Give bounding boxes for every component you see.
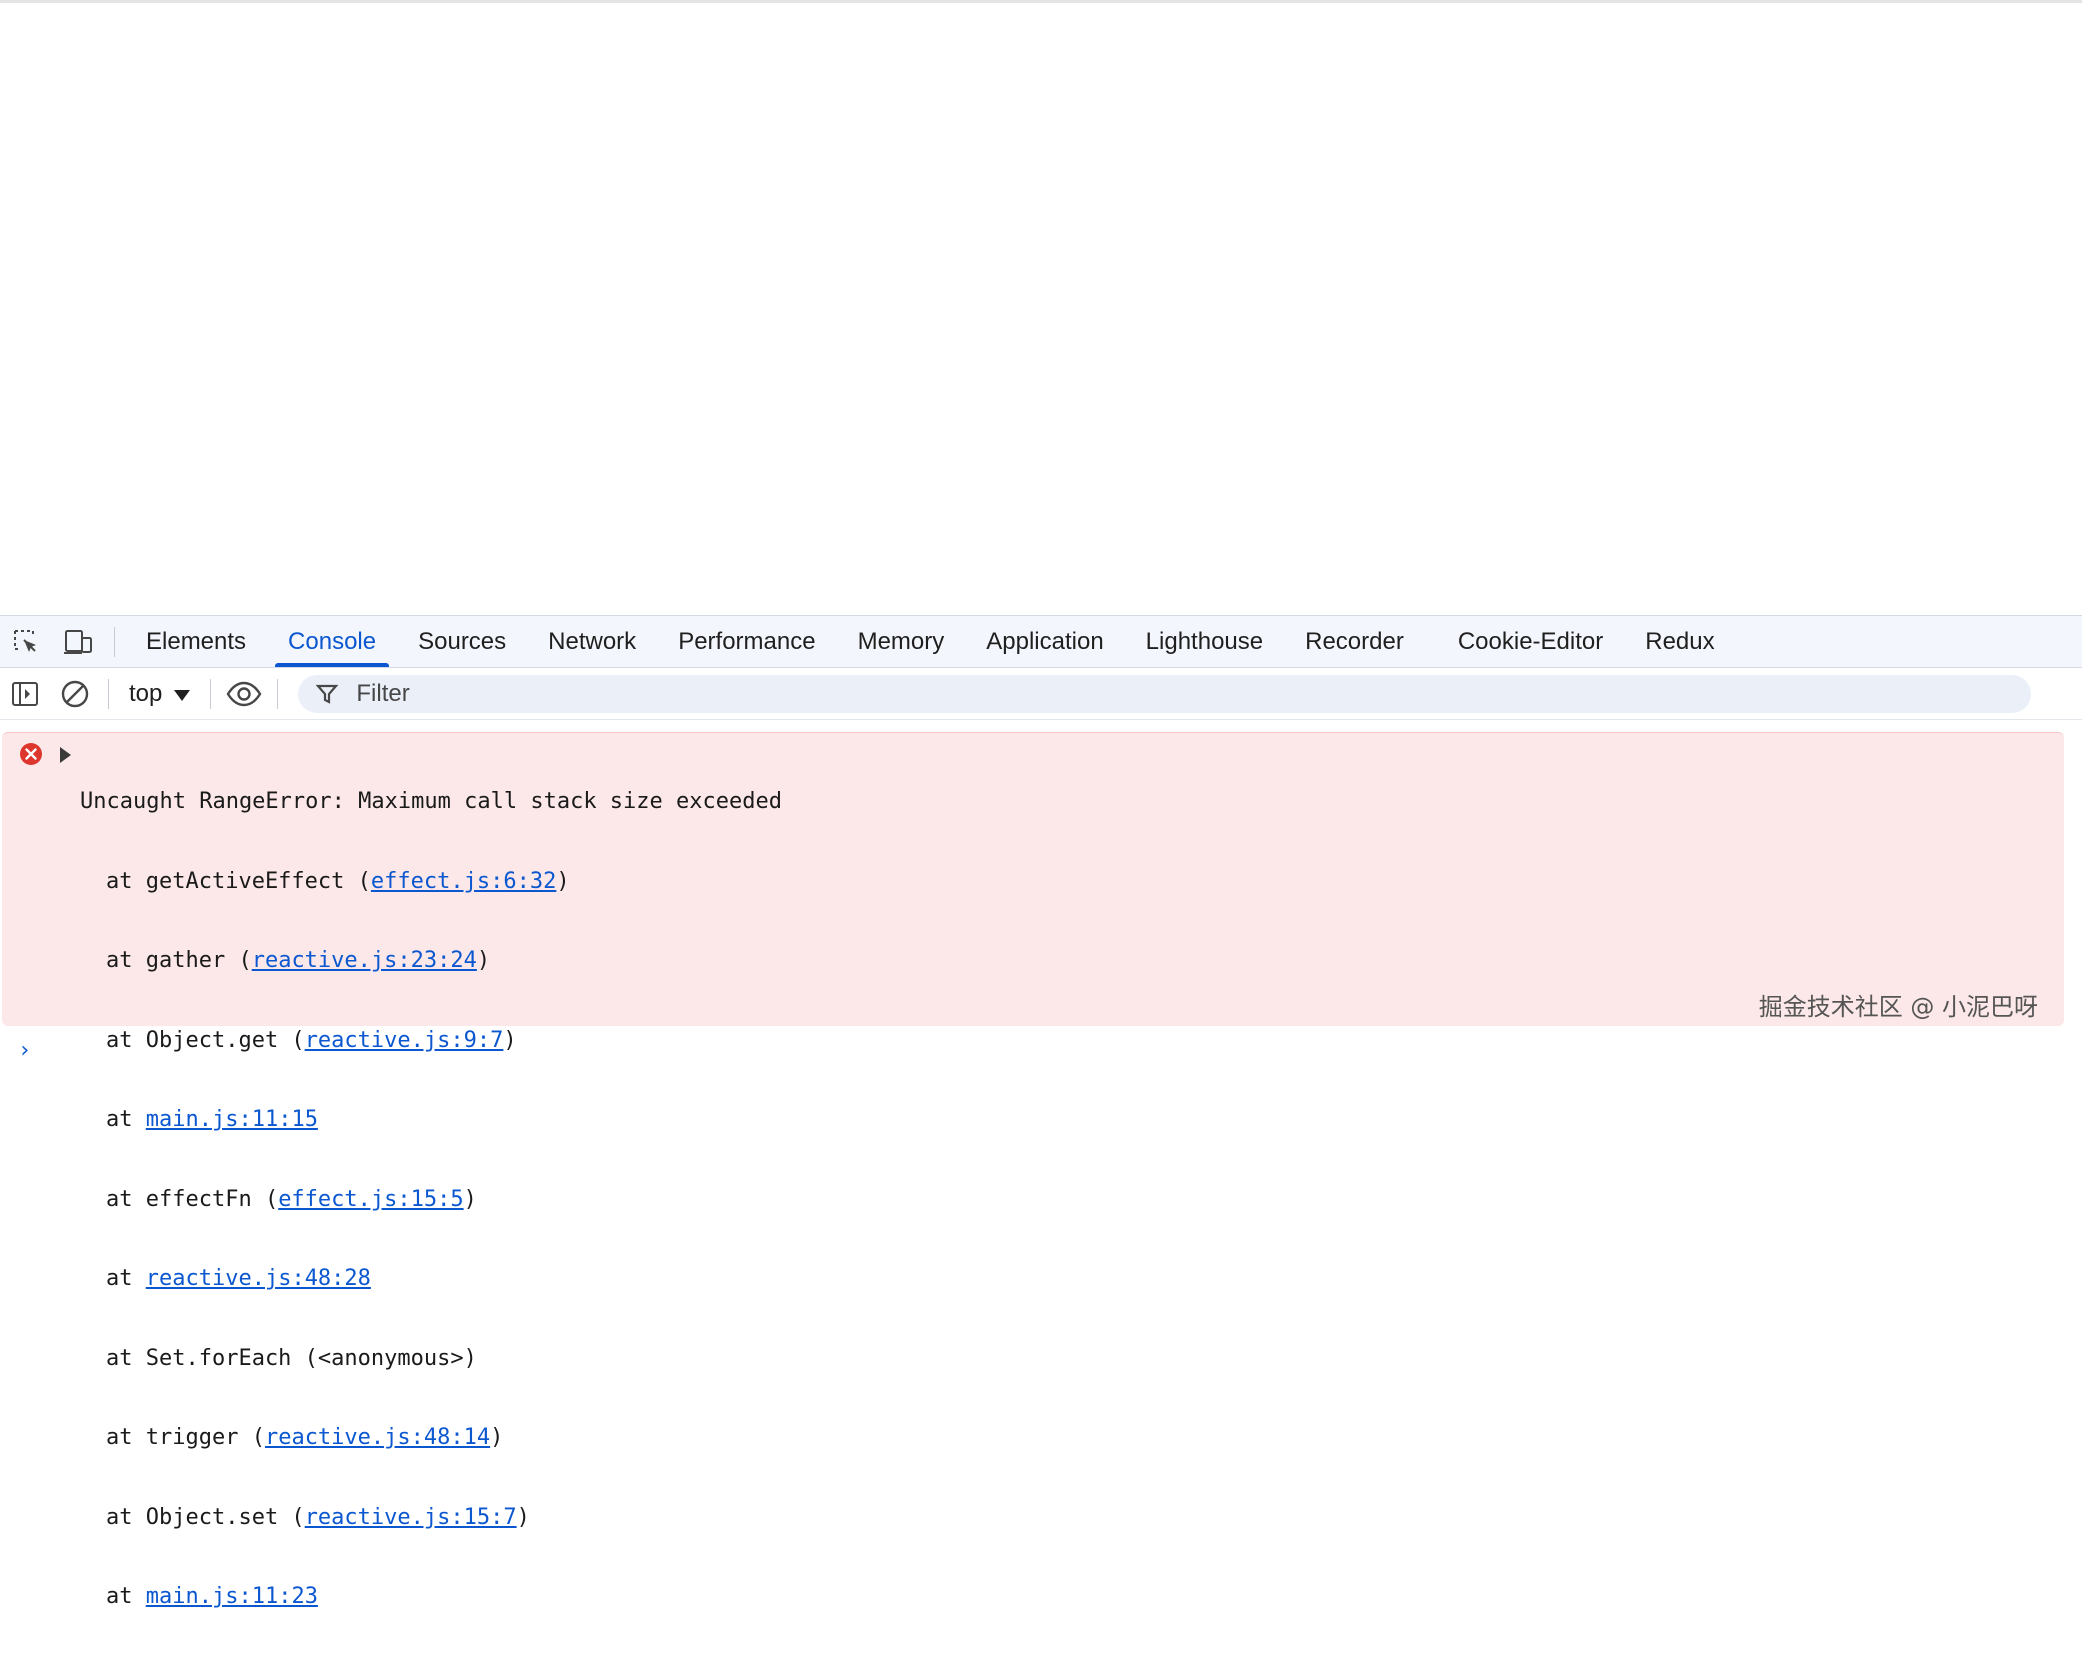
console-messages: Uncaught RangeError: Maximum call stack … (0, 720, 2082, 1609)
tab-label: Network (548, 627, 637, 655)
tab-lighthouse[interactable]: Lighthouse (1125, 616, 1284, 667)
console-toolbar: top (0, 668, 2082, 720)
tab-label: Performance (678, 627, 816, 655)
error-text: Uncaught RangeError: Maximum call stack … (80, 736, 782, 1664)
frame-text: ) (476, 948, 491, 973)
frame-text: ) (516, 1504, 530, 1530)
watermark: 掘金技术社区 @ 小泥巴呀 (1758, 993, 2038, 1021)
tab-redux[interactable]: Redux (1624, 616, 1735, 667)
tab-network[interactable]: Network (527, 616, 657, 667)
toolbar-separator (277, 678, 279, 709)
source-link[interactable]: effect.js:15:5 (278, 1187, 463, 1212)
devtools-panel: Elements Console Sources Network Perform… (0, 615, 2082, 1609)
stack-frame: at gather (reactive.js:23:24) (80, 948, 782, 975)
source-link[interactable]: reactive.js:23:24 (252, 948, 477, 973)
tab-performance[interactable]: Performance (657, 616, 836, 667)
stack-frame: at reactive.js:48:28 (80, 1266, 782, 1293)
frame-text: at Set.forEach (<anonymous>) (106, 1345, 477, 1371)
source-link[interactable]: reactive.js:48:28 (146, 1266, 371, 1291)
filter-input[interactable] (354, 678, 1959, 709)
device-toolbar-icon[interactable] (52, 616, 104, 668)
error-message: Uncaught RangeError: Maximum call stack … (2, 732, 2064, 1609)
tab-label: Memory (857, 627, 945, 655)
source-link[interactable]: effect.js:6:32 (371, 869, 556, 894)
tab-cookie-editor[interactable]: Cookie-Editor (1437, 616, 1624, 667)
stack-frame: at trigger (reactive.js:48:14) (80, 1425, 782, 1452)
source-link[interactable]: reactive.js:15:7 (305, 1505, 517, 1530)
context-selector[interactable]: top (117, 674, 202, 714)
tab-console[interactable]: Console (267, 616, 397, 667)
stack-frame: at Set.forEach (<anonymous>) (80, 1346, 782, 1373)
console-prompt-icon[interactable]: › (18, 1038, 31, 1063)
stack-frame: at main.js:11:23 (80, 1584, 782, 1611)
expand-toggle-icon[interactable] (60, 747, 71, 763)
frame-text: ) (463, 1186, 477, 1212)
frame-text: ) (556, 868, 570, 894)
frame-text: at (106, 1266, 146, 1291)
tab-memory[interactable]: Memory (837, 616, 966, 667)
source-link[interactable]: reactive.js:9:7 (305, 1028, 504, 1053)
tab-application[interactable]: Application (965, 616, 1124, 667)
tab-label: Lighthouse (1145, 627, 1264, 655)
tab-elements[interactable]: Elements (125, 616, 267, 667)
frame-text: at trigger ( (106, 1425, 265, 1450)
tab-label: Elements (146, 627, 247, 655)
frame-text: at effectFn ( (106, 1186, 279, 1212)
frame-text: at getActiveEffect ( (106, 868, 371, 894)
frame-text: ) (503, 1027, 517, 1053)
frame-text: at (106, 1584, 146, 1609)
clear-console-icon[interactable] (50, 669, 100, 719)
tab-sources[interactable]: Sources (397, 616, 527, 667)
filter-box[interactable] (298, 674, 2032, 713)
stack-frame: at Object.set (reactive.js:15:7) (80, 1505, 782, 1532)
tab-label: Console (288, 627, 377, 655)
stack-frame: at main.js:11:15 (80, 1107, 782, 1134)
stack-frame: at Object.get (reactive.js:9:7) (80, 1028, 782, 1055)
source-link[interactable]: reactive.js:48:14 (265, 1425, 490, 1450)
frame-text: at Object.get ( (106, 1027, 305, 1053)
tab-label: Cookie-Editor (1457, 627, 1604, 655)
source-link[interactable]: main.js:11:23 (146, 1584, 318, 1609)
source-link[interactable]: main.js:11:15 (146, 1107, 318, 1132)
eye-icon[interactable] (219, 669, 269, 719)
devtools-tabbar: Elements Console Sources Network Perform… (0, 615, 2082, 668)
toolbar-separator (210, 678, 212, 709)
tab-label: Redux (1645, 627, 1715, 655)
frame-text: ) (490, 1425, 504, 1450)
stack-frame: at getActiveEffect (effect.js:6:32) (80, 869, 782, 896)
context-label: top (129, 679, 163, 707)
tab-recorder[interactable]: Recorder (1284, 616, 1425, 667)
inspect-element-icon[interactable] (0, 616, 52, 668)
tab-label: Application (986, 627, 1104, 655)
tabbar-separator (114, 626, 115, 657)
stack-frame: at effectFn (effect.js:15:5) (80, 1187, 782, 1214)
frame-text: at Object.set ( (106, 1504, 305, 1530)
error-icon (20, 743, 42, 765)
frame-text: at (106, 1107, 146, 1132)
dropdown-caret-icon (174, 690, 191, 701)
tab-label: Sources (418, 627, 507, 655)
sidebar-toggle-icon[interactable] (0, 669, 50, 719)
filter-icon (316, 682, 340, 706)
toolbar-separator (108, 678, 109, 709)
tab-label: Recorder (1305, 627, 1404, 655)
error-headline: Uncaught RangeError: Maximum call stack … (80, 789, 782, 814)
page-viewport (0, 0, 2082, 615)
frame-text: at gather ( (106, 948, 252, 973)
